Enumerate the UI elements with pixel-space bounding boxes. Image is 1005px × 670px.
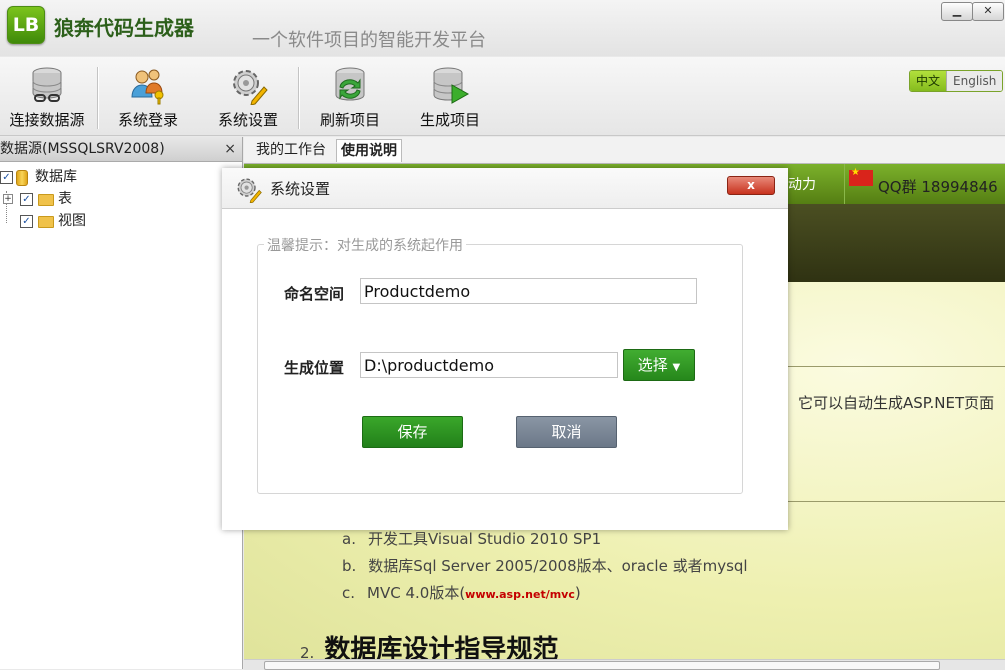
toolbar-divider (97, 67, 99, 129)
expand-icon[interactable]: + (3, 194, 13, 204)
tree-node-tables[interactable]: + ✓ 表 (0, 188, 242, 210)
users-key-icon (131, 69, 164, 105)
cancel-button[interactable]: 取消 (516, 416, 617, 448)
output-path-input[interactable]: D:\productdemo (360, 352, 618, 378)
settings-dialog: 系统设置 x 温馨提示：对生成的系统起作用 命名空间 Productdemo 生… (222, 168, 788, 530)
connect-datasource-label: 连接数据源 (9, 111, 85, 129)
tab-instructions[interactable]: 使用说明 (336, 139, 402, 162)
datasource-panel: 数据源(MSSQLSRV2008) × ✓ 数据库 + ✓ 表 ✓ 视图 (0, 137, 243, 669)
checkbox-icon[interactable]: ✓ (20, 215, 33, 228)
dialog-header: 系统设置 x (222, 168, 788, 209)
language-english[interactable]: English (946, 71, 1003, 91)
gear-pencil-icon (233, 70, 268, 105)
refresh-project-button[interactable]: 刷新项目 (310, 63, 390, 131)
refresh-project-label: 刷新项目 (319, 111, 380, 129)
app-logo: LB (7, 6, 45, 44)
fieldset-hint: 温馨提示：对生成的系统起作用 (264, 235, 466, 255)
select-folder-button[interactable]: 选择 ▼ (623, 349, 695, 381)
system-settings-button[interactable]: 系统设置 (208, 63, 288, 131)
tab-workbench[interactable]: 我的工作台 (252, 139, 330, 161)
nav-link[interactable]: 动力 (788, 174, 816, 194)
datasource-title: 数据源(MSSQLSRV2008) (0, 141, 165, 157)
save-button[interactable]: 保存 (362, 416, 463, 448)
dropdown-arrow-icon: ▼ (672, 362, 681, 373)
folder-icon (38, 216, 54, 228)
china-flag-icon (849, 167, 873, 186)
list-item: a. 开发工具Visual Studio 2010 SP1 (342, 530, 602, 548)
dialog-close-button[interactable]: x (727, 176, 775, 195)
list-item: b. 数据库Sql Server 2005/2008版本、oracle 或者mys… (342, 557, 748, 575)
namespace-input[interactable]: Productdemo (360, 278, 697, 304)
qq-group-text: QQ群 18994846 (878, 178, 998, 196)
language-chinese[interactable]: 中文 (910, 71, 947, 91)
document-tabs: 我的工作台 使用说明 (244, 137, 1005, 164)
tree-label: 表 (58, 191, 72, 207)
mvc-link[interactable]: www.asp.net/mvc (465, 588, 575, 601)
system-login-label: 系统登录 (117, 111, 178, 129)
panel-close-icon[interactable]: × (224, 137, 236, 161)
app-title: 狼奔代码生成器 (54, 16, 194, 40)
tree-node-database[interactable]: ✓ 数据库 (0, 166, 242, 188)
tree-label: 视图 (58, 213, 86, 229)
tree-node-views[interactable]: ✓ 视图 (0, 210, 242, 232)
close-button[interactable]: ✕ (972, 2, 1004, 21)
system-login-button[interactable]: 系统登录 (108, 63, 188, 131)
checkbox-icon[interactable]: ✓ (20, 193, 33, 206)
nav-divider (844, 164, 845, 204)
minimize-button[interactable]: ▁ (941, 2, 973, 21)
generate-project-label: 生成项目 (419, 111, 480, 129)
database-play-icon (433, 67, 470, 104)
main-toolbar: 连接数据源 系统登录 系统设置 刷新项目 生成项目 中文 English (0, 57, 1005, 136)
toolbar-divider (298, 67, 300, 129)
connect-datasource-button[interactable]: 连接数据源 (4, 63, 90, 131)
namespace-label: 命名空间 (284, 285, 345, 303)
horizontal-scrollbar[interactable] (244, 659, 1005, 670)
system-settings-label: 系统设置 (217, 111, 278, 129)
intro-text: 它可以自动生成ASP.NET页面 (798, 394, 995, 412)
folder-icon (38, 194, 54, 206)
app-slogan: 一个软件项目的智能开发平台 (252, 30, 486, 51)
generate-project-button[interactable]: 生成项目 (410, 63, 490, 131)
database-icon (16, 170, 28, 186)
title-bar: LB 狼奔代码生成器 一个软件项目的智能开发平台 ▁ ✕ (0, 0, 1005, 56)
dialog-title: 系统设置 (270, 180, 331, 198)
language-switch: 中文 English (909, 70, 1004, 92)
close-icon: ✕ (983, 4, 993, 17)
database-refresh-icon (335, 67, 365, 101)
output-path-label: 生成位置 (284, 359, 345, 377)
minimize-icon: ▁ (952, 4, 962, 17)
datasource-panel-header: 数据源(MSSQLSRV2008) × (0, 137, 242, 162)
database-link-icon (32, 67, 62, 102)
checkbox-icon[interactable]: ✓ (0, 171, 13, 184)
tree-label: 数据库 (35, 169, 77, 185)
gear-pencil-icon (237, 178, 262, 203)
list-item: c. MVC 4.0版本(www.asp.net/mvc) (342, 584, 581, 602)
